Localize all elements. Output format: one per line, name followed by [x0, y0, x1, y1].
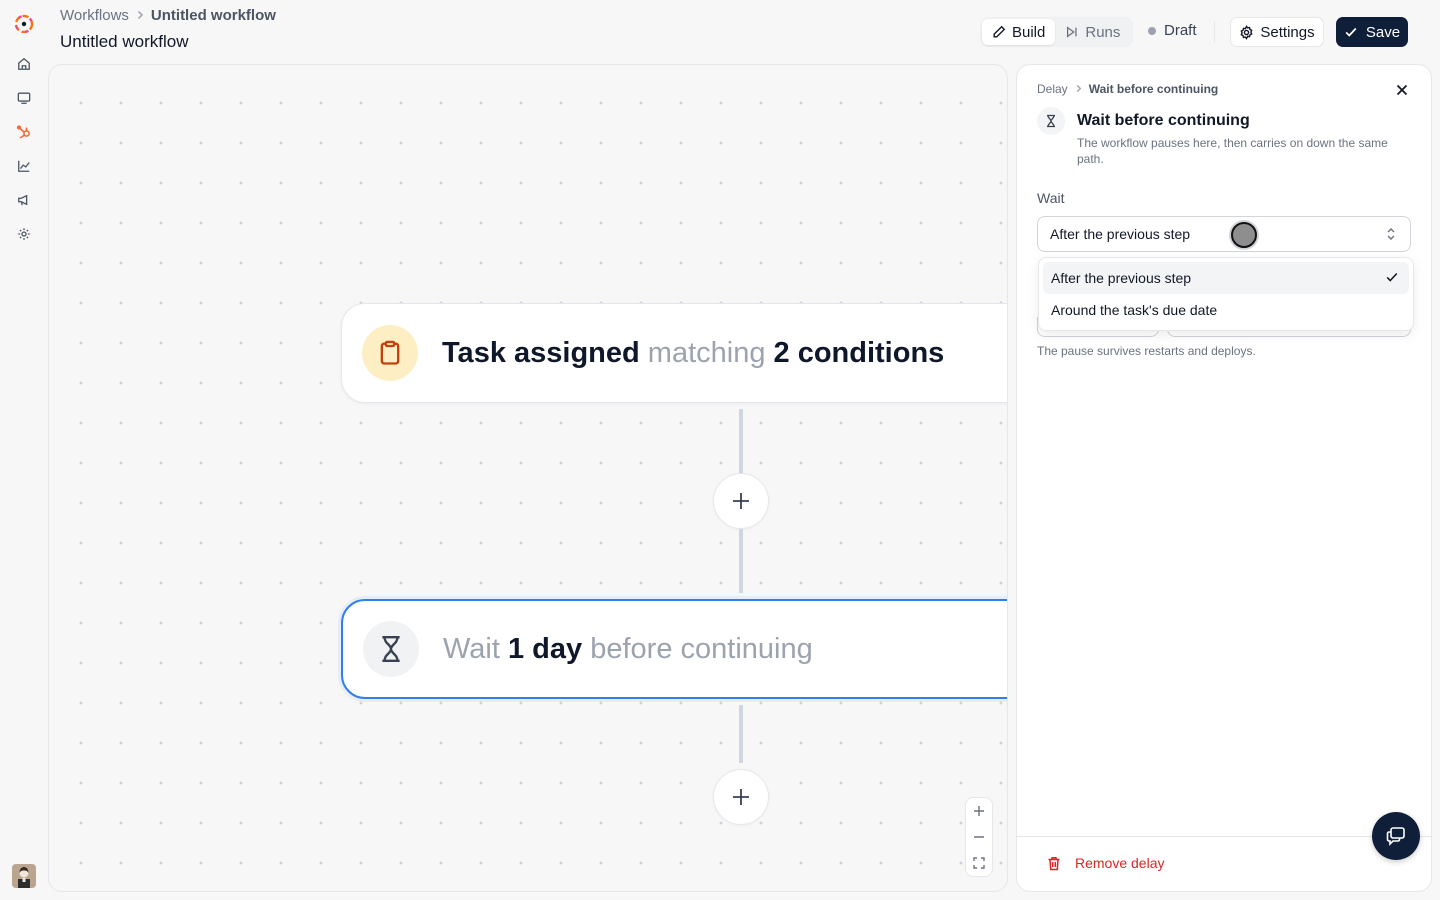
- chat-support-button[interactable]: [1372, 812, 1420, 860]
- panel-title: Wait before continuing: [1077, 112, 1250, 129]
- home-icon[interactable]: [14, 54, 34, 74]
- page-title[interactable]: Untitled workflow: [60, 32, 189, 52]
- step-settings-panel: Delay Wait before continuing Wait before…: [1016, 64, 1432, 892]
- fit-view-icon[interactable]: [966, 850, 992, 876]
- trigger-conditions[interactable]: 2 conditions: [774, 337, 945, 369]
- settings-label: Settings: [1260, 23, 1315, 41]
- connector-line: [739, 409, 743, 473]
- hourglass-icon: [363, 621, 419, 677]
- zoom-controls: [965, 797, 993, 877]
- check-icon: [1385, 270, 1399, 287]
- remove-delay-label: Remove delay: [1075, 855, 1165, 871]
- option-label: Around the task's due date: [1051, 302, 1218, 318]
- zoom-in-icon[interactable]: [966, 798, 992, 824]
- chevron-right-icon: [1074, 82, 1083, 96]
- status-badge: Draft: [1148, 22, 1197, 39]
- breadcrumb-current: Untitled workflow: [150, 7, 276, 24]
- option-around-due-date[interactable]: Around the task's due date: [1043, 294, 1409, 326]
- trigger-node-text: Task assigned matching 2 conditions: [442, 337, 944, 370]
- plus-icon: [733, 789, 749, 805]
- trigger-event: Task assigned: [442, 336, 640, 369]
- hourglass-icon: [1037, 107, 1065, 135]
- tab-runs-label: Runs: [1085, 23, 1121, 41]
- wait-mode-value: After the previous step: [1050, 226, 1191, 242]
- wait-label: Wait: [1037, 190, 1065, 206]
- panel-breadcrumb-current: Wait before continuing: [1088, 82, 1219, 96]
- save-button[interactable]: Save: [1336, 17, 1408, 47]
- breadcrumb-root[interactable]: Workflows: [60, 7, 129, 24]
- trash-icon: [1048, 856, 1060, 870]
- panel-breadcrumb: Delay Wait before continuing: [1037, 82, 1218, 96]
- connector-line: [739, 705, 743, 763]
- clipboard-icon: [362, 325, 418, 381]
- megaphone-icon[interactable]: [14, 190, 34, 210]
- panel-description: The workflow pauses here, then carries o…: [1077, 136, 1388, 166]
- divider: [1214, 21, 1215, 43]
- breadcrumb: Workflows Untitled workflow: [60, 7, 276, 24]
- app-logo-icon[interactable]: [12, 12, 36, 36]
- wait-mode-dropdown: After the previous step Around the task'…: [1038, 257, 1414, 331]
- zoom-out-icon[interactable]: [966, 824, 992, 850]
- delay-duration[interactable]: 1 day: [508, 633, 582, 665]
- pencil-icon: [993, 25, 1006, 38]
- monitor-icon[interactable]: [14, 88, 34, 108]
- settings-icon[interactable]: [14, 224, 34, 244]
- chevron-right-icon: [135, 7, 145, 24]
- left-rail: [0, 0, 48, 900]
- trigger-node[interactable]: Task assigned matching 2 conditions: [341, 303, 1007, 403]
- panel-breadcrumb-root[interactable]: Delay: [1037, 82, 1068, 96]
- connector-line: [739, 529, 743, 593]
- add-step-button[interactable]: [713, 769, 769, 825]
- footer-divider: [1017, 836, 1431, 837]
- check-icon: [1345, 27, 1357, 37]
- option-after-previous-step[interactable]: After the previous step: [1043, 262, 1409, 294]
- delay-prefix: Wait: [443, 632, 500, 665]
- close-icon[interactable]: [1393, 81, 1411, 99]
- mouse-cursor: [1231, 222, 1257, 248]
- hubspot-icon[interactable]: [14, 122, 34, 142]
- delay-node[interactable]: Wait 1 day before continuing: [341, 599, 1007, 699]
- panel-note: The pause survives restarts and deploys.: [1037, 344, 1256, 358]
- plus-icon: [733, 493, 749, 509]
- gear-icon: [1240, 24, 1253, 40]
- status-dot-icon: [1148, 26, 1156, 35]
- chevron-up-down-icon: [1384, 226, 1398, 245]
- workflow-canvas[interactable]: Task assigned matching 2 conditions Wait…: [48, 64, 1008, 892]
- add-step-button[interactable]: [713, 473, 769, 529]
- mode-tabs: Build Runs: [980, 17, 1133, 47]
- tab-runs[interactable]: Runs: [1055, 19, 1130, 45]
- chat-icon: [1386, 827, 1405, 846]
- wait-mode-select[interactable]: After the previous step: [1037, 216, 1411, 252]
- settings-button[interactable]: Settings: [1230, 17, 1324, 47]
- play-skip-icon: [1067, 26, 1077, 38]
- avatar[interactable]: [12, 864, 36, 888]
- tab-build[interactable]: Build: [982, 19, 1056, 45]
- trigger-connector-word: matching: [647, 336, 766, 369]
- delay-suffix: before continuing: [590, 632, 813, 665]
- delay-node-text: Wait 1 day before continuing: [443, 633, 813, 666]
- tab-build-label: Build: [1012, 23, 1046, 41]
- save-label: Save: [1365, 23, 1401, 41]
- status-label: Draft: [1164, 22, 1197, 39]
- remove-delay-button[interactable]: Remove delay: [1047, 855, 1165, 871]
- chart-icon[interactable]: [14, 156, 34, 176]
- option-label: After the previous step: [1051, 270, 1192, 286]
